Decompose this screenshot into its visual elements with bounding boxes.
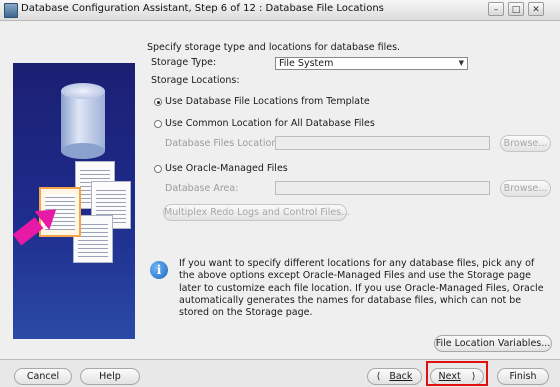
chevron-down-icon: ▼ [458,59,464,67]
browse-files-location-button[interactable]: Browse... [500,135,551,152]
window-title: Database Configuration Assistant, Step 6… [21,3,384,14]
close-button[interactable]: ✕ [528,2,544,16]
next-button-highlight [426,361,488,386]
footer-separator [0,359,560,360]
title-bar: Database Configuration Assistant, Step 6… [0,0,560,21]
oracle-managed-radio[interactable] [154,165,162,173]
common-location-label[interactable]: Use Common Location for All Database Fil… [165,118,375,129]
help-button[interactable]: Help [80,368,140,385]
back-label: Back [389,371,413,382]
app-icon [4,3,18,18]
database-area-label: Database Area: [165,183,239,194]
file-location-variables-button[interactable]: File Location Variables... [434,335,552,352]
wizard-content: Specify storage type and locations for d… [0,21,560,359]
database-cylinder-top [61,83,105,99]
oracle-managed-label[interactable]: Use Oracle-Managed Files [165,163,288,174]
wizard-illustration [13,63,135,339]
back-button[interactable]: ⟨ Back [367,368,422,385]
arrow-icon [13,217,44,246]
info-icon: i [150,261,168,279]
database-files-location-label: Database Files Location: [165,138,281,149]
template-locations-radio[interactable] [154,98,162,106]
database-files-location-input[interactable] [275,136,490,150]
storage-type-select[interactable]: File System ▼ [275,57,468,70]
database-area-input[interactable] [275,181,490,195]
minimize-button[interactable]: – [488,2,504,16]
intro-text: Specify storage type and locations for d… [147,42,401,53]
storage-type-label: Storage Type: [151,57,217,68]
storage-locations-label: Storage Locations: [151,75,240,86]
multiplex-redo-logs-button[interactable]: Multiplex Redo Logs and Control Files... [163,204,350,221]
template-locations-label[interactable]: Use Database File Locations from Templat… [165,96,370,107]
common-location-radio[interactable] [154,120,162,128]
maximize-button[interactable]: □ [508,2,524,16]
back-arrow-icon: ⟨ [376,371,381,382]
finish-button[interactable]: Finish [497,368,549,385]
info-text: If you want to specify different locatio… [179,258,544,319]
storage-type-value: File System [279,58,334,69]
cancel-button[interactable]: Cancel [14,368,72,385]
database-cylinder-icon [61,91,105,151]
browse-database-area-button[interactable]: Browse... [500,180,551,197]
database-cylinder-base [61,143,105,159]
